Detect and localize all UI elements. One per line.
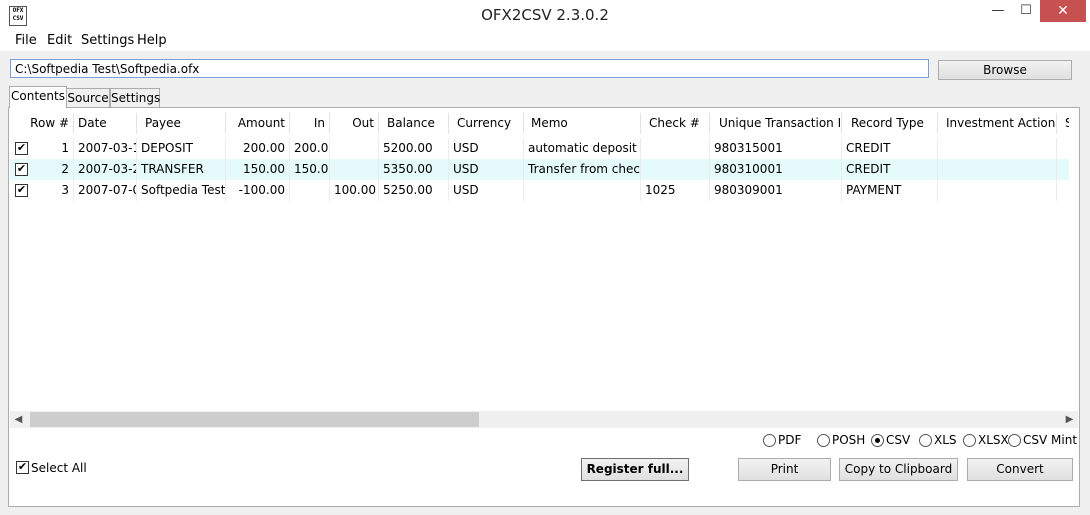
radio-posh[interactable] — [817, 434, 830, 447]
cell-payee: DEPOSIT — [137, 138, 226, 159]
header-check[interactable]: Check # — [641, 113, 710, 134]
cell-payee: TRANSFER — [137, 159, 226, 180]
table-header: Row # Date Payee Amount In Out Balance C… — [10, 113, 1069, 134]
header-date[interactable]: Date — [74, 113, 137, 134]
cell-memo: automatic deposit — [524, 138, 641, 159]
menu-file[interactable]: File — [15, 33, 37, 48]
cell-balance: 5350.00 — [379, 159, 449, 180]
scroll-left-icon[interactable]: ◀ — [10, 411, 27, 428]
cell-unique-id: 980309001 — [710, 180, 842, 201]
tab-settings[interactable]: Settings — [110, 88, 160, 107]
radio-xlsx[interactable] — [963, 434, 976, 447]
cell-memo — [524, 180, 641, 201]
header-se[interactable]: Se — [1057, 113, 1069, 134]
register-full-button[interactable]: Register full... — [581, 458, 689, 481]
file-path-input[interactable]: C:\Softpedia Test\Softpedia.ofx — [10, 59, 929, 78]
radio-xls[interactable] — [919, 434, 932, 447]
header-out[interactable]: Out — [330, 113, 379, 134]
convert-button[interactable]: Convert — [967, 458, 1073, 481]
cell-currency: USD — [449, 159, 524, 180]
cell-balance: 5250.00 — [379, 180, 449, 201]
maximize-icon[interactable]: ☐ — [1012, 0, 1040, 22]
radio-csv[interactable] — [871, 434, 884, 447]
cell-out — [330, 138, 379, 159]
radio-pdf[interactable] — [763, 434, 776, 447]
cell-check — [641, 159, 710, 180]
cell-in: 200.00 — [290, 138, 330, 159]
cell-date: 2007-07-09 — [74, 180, 137, 201]
cell-date: 2007-03-15 — [74, 138, 137, 159]
header-record-type[interactable]: Record Type — [842, 113, 938, 134]
select-all-label[interactable]: Select All — [31, 461, 87, 475]
copy-to-clipboard-button[interactable]: Copy to Clipboard — [839, 458, 958, 481]
cell-amount: 200.00 — [226, 138, 290, 159]
cell-unique-id: 980310001 — [710, 159, 842, 180]
cell-out — [330, 159, 379, 180]
header-amount[interactable]: Amount — [226, 113, 290, 134]
horizontal-scrollbar[interactable]: ◀ ▶ — [10, 411, 1078, 428]
title-bar: OFX CSV OFX2CSV 2.3.0.2 — ☐ ✕ — [0, 0, 1090, 31]
table-row[interactable]: ✔ 3 2007-07-09 Softpedia Tester -100.00 … — [10, 180, 1069, 201]
cell-payee: Softpedia Tester — [137, 180, 226, 201]
table-row[interactable]: ✔ 1 2007-03-15 DEPOSIT 200.00 200.00 520… — [10, 138, 1069, 159]
header-payee[interactable]: Payee — [137, 113, 226, 134]
header-row-num[interactable]: Row # — [10, 113, 74, 134]
cell-check — [641, 138, 710, 159]
table-row[interactable]: ✔ 2 2007-03-29 TRANSFER 150.00 150.00 53… — [10, 159, 1069, 180]
print-button[interactable]: Print — [738, 458, 831, 481]
cell-in: 150.00 — [290, 159, 330, 180]
transactions-grid: Row # Date Payee Amount In Out Balance C… — [10, 113, 1069, 408]
cell-check: 1025 — [641, 180, 710, 201]
cell-investment-action — [938, 159, 1057, 180]
cell-row-num: 2 — [10, 159, 74, 180]
menu-settings[interactable]: Settings — [81, 33, 134, 48]
cell-out: 100.00 — [330, 180, 379, 201]
tab-source[interactable]: Source — [66, 88, 110, 107]
header-balance[interactable]: Balance — [379, 113, 449, 134]
radio-csv-mint[interactable] — [1008, 434, 1021, 447]
cell-investment-action — [938, 138, 1057, 159]
menu-bar: File Edit Settings Help — [0, 31, 1090, 51]
browse-button[interactable]: Browse — [938, 60, 1072, 80]
header-in[interactable]: In — [290, 113, 330, 134]
scrollbar-thumb[interactable] — [30, 412, 479, 427]
cell-investment-action — [938, 180, 1057, 201]
cell-amount: -100.00 — [226, 180, 290, 201]
cell-row-num: 3 — [10, 180, 74, 201]
tab-contents[interactable]: Contents — [9, 86, 67, 108]
menu-edit[interactable]: Edit — [47, 33, 72, 48]
header-memo[interactable]: Memo — [524, 113, 641, 134]
cell-record-type: PAYMENT — [842, 180, 938, 201]
window-title: OFX2CSV 2.3.0.2 — [481, 6, 609, 24]
header-unique-id[interactable]: Unique Transaction ID — [710, 113, 842, 134]
cell-row-num: 1 — [10, 138, 74, 159]
header-investment-action[interactable]: Investment Action — [938, 113, 1057, 134]
close-icon[interactable]: ✕ — [1040, 0, 1086, 22]
cell-record-type: CREDIT — [842, 159, 938, 180]
cell-in — [290, 180, 330, 201]
cell-memo: Transfer from checking — [524, 159, 641, 180]
cell-record-type: CREDIT — [842, 138, 938, 159]
cell-date: 2007-03-29 — [74, 159, 137, 180]
select-all-checkbox[interactable]: ✔ — [16, 461, 29, 474]
minimize-icon[interactable]: — — [984, 0, 1012, 22]
cell-unique-id: 980315001 — [710, 138, 842, 159]
header-currency[interactable]: Currency — [449, 113, 524, 134]
cell-currency: USD — [449, 180, 524, 201]
cell-balance: 5200.00 — [379, 138, 449, 159]
scroll-right-icon[interactable]: ▶ — [1061, 411, 1078, 428]
cell-amount: 150.00 — [226, 159, 290, 180]
menu-help[interactable]: Help — [137, 33, 167, 48]
cell-currency: USD — [449, 138, 524, 159]
